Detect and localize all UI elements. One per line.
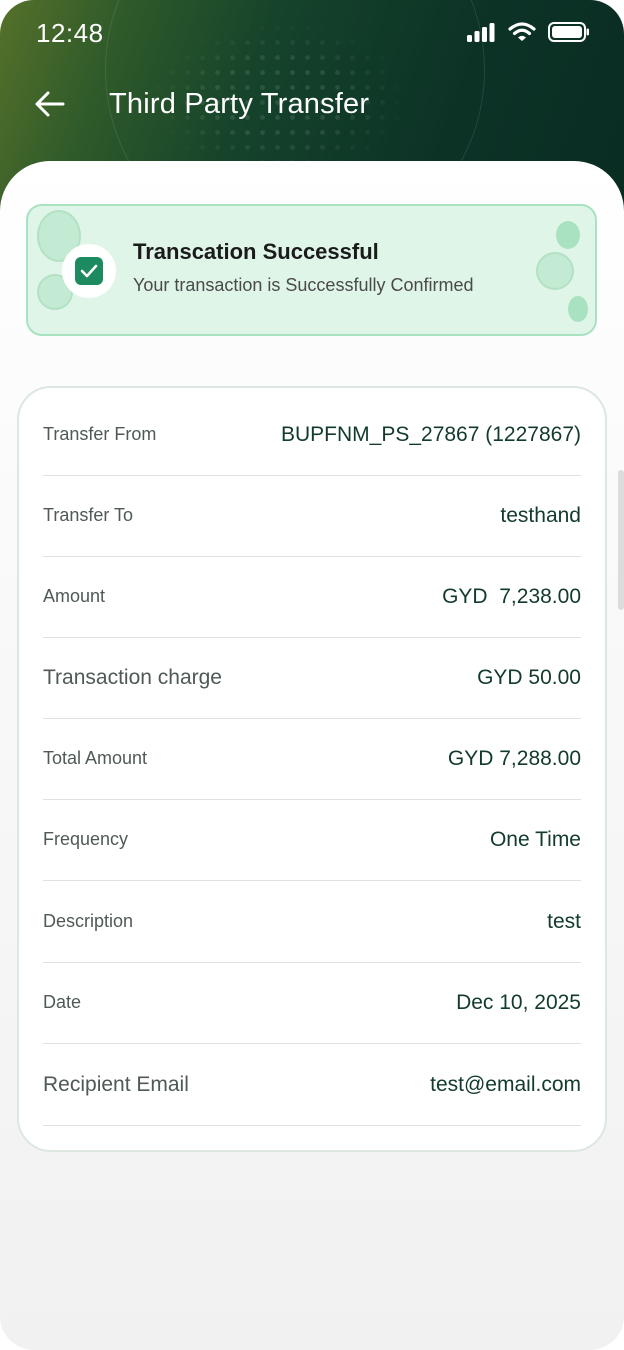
detail-row-total-amount: Total Amount GYD 7,288.00	[43, 718, 581, 800]
detail-label: Total Amount	[43, 748, 148, 768]
detail-value: testhand	[500, 503, 581, 527]
detail-row-transaction-charge: Transaction charge GYD 50.00	[43, 637, 581, 719]
scrollbar[interactable]	[618, 470, 624, 610]
detail-row-recipient-email: Recipient Email test@email.com	[43, 1044, 581, 1126]
detail-value: BUPFNM_PS_27867 (1227867)	[280, 422, 581, 446]
decorative-bubble	[568, 296, 588, 322]
detail-label: Amount	[43, 586, 106, 606]
detail-row-amount: Amount GYD 7,238.00	[43, 556, 581, 638]
detail-row-transfer-from: Transfer From BUPFNM_PS_27867 (1227867)	[43, 394, 581, 476]
success-banner: Transcation Successful Your transaction …	[26, 204, 597, 336]
detail-row-description: Description test	[43, 881, 581, 963]
top-nav: Third Party Transfer	[0, 80, 624, 130]
checkbox-checked-icon	[75, 257, 103, 285]
detail-value: One Time	[489, 827, 581, 851]
detail-value: GYD 50.00	[477, 665, 581, 689]
success-title: Transcation Successful	[133, 239, 379, 264]
arrow-left-icon	[35, 91, 65, 122]
decorative-bubble	[536, 252, 574, 290]
detail-label: Date	[43, 992, 82, 1012]
detail-label: Transaction charge	[43, 665, 222, 689]
detail-value: test	[547, 909, 581, 933]
transfer-details-card: Transfer From BUPFNM_PS_27867 (1227867) …	[17, 386, 607, 1152]
detail-row-transfer-to: Transfer To testhand	[43, 475, 581, 557]
status-bar: 12:48	[0, 0, 624, 68]
detail-label: Description	[43, 911, 134, 931]
success-check-badge	[62, 244, 116, 298]
phone-screen: 12:48 Third Party Transfer Transcation S…	[0, 0, 624, 1350]
detail-row-date: Date Dec 10, 2025	[43, 962, 581, 1044]
battery-icon	[548, 22, 590, 47]
detail-value: GYD 7,238.00	[442, 584, 581, 608]
detail-label: Transfer From	[43, 424, 157, 444]
signal-icon	[466, 22, 496, 47]
status-icons	[466, 22, 590, 47]
detail-value: Dec 10, 2025	[456, 990, 581, 1014]
detail-value: test@email.com	[430, 1072, 581, 1096]
detail-row-frequency: Frequency One Time	[43, 799, 581, 881]
status-time: 12:48	[36, 18, 104, 48]
decorative-bubble	[556, 221, 580, 249]
detail-label: Frequency	[43, 829, 129, 849]
detail-value: GYD 7,288.00	[447, 746, 581, 770]
wifi-icon	[508, 22, 536, 47]
page-title: Third Party Transfer	[109, 88, 370, 120]
back-button[interactable]	[30, 86, 70, 126]
detail-label: Transfer To	[43, 505, 134, 525]
success-subtitle: Your transaction is Successfully Confirm…	[133, 275, 474, 295]
detail-label: Recipient Email	[43, 1072, 189, 1096]
